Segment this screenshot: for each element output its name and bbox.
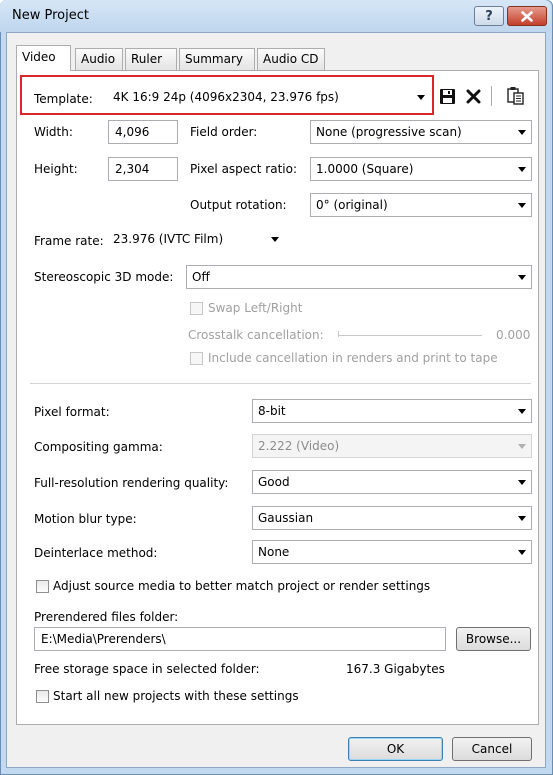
pixel-format-label: Pixel format: [34,405,110,419]
pixel-aspect-value: 1.0000 (Square) [316,162,414,176]
frame-rate-select[interactable]: 23.976 (IVTC Film) [108,228,284,252]
stereoscopic-select[interactable]: Off [186,265,532,289]
close-icon [521,10,533,22]
chevron-down-icon [518,550,526,555]
section-divider [30,383,531,384]
width-label: Width: [34,125,73,139]
width-field[interactable]: 4,096 [108,120,178,144]
output-rotation-value: 0° (original) [316,198,388,212]
chevron-down-icon [518,444,526,449]
chevron-down-icon [518,409,526,414]
title-bar[interactable]: New Project [0,0,551,32]
crosstalk-slider[interactable] [338,335,482,336]
free-storage-label: Free storage space in selected folder: [34,662,260,676]
start-all-projects-label: Start all new projects with these settin… [53,689,299,703]
browse-button[interactable]: Browse... [456,627,531,651]
swap-left-right-checkbox[interactable] [190,302,203,315]
swap-left-right-label: Swap Left/Right [208,301,303,315]
crosstalk-label: Crosstalk cancellation: [188,328,324,342]
crosstalk-slider-thumb[interactable] [338,331,339,337]
delete-icon[interactable] [466,89,481,104]
stereoscopic-value: Off [192,270,210,284]
tab-audio[interactable]: Audio [75,48,123,70]
motion-blur-value: Gaussian [258,511,314,525]
chevron-down-icon [518,516,526,521]
include-cancellation-checkbox[interactable] [190,352,203,365]
pixel-aspect-label: Pixel aspect ratio: [190,162,298,176]
pixel-format-select[interactable]: 8-bit [252,399,532,423]
rendering-quality-value: Good [258,475,290,489]
adjust-source-checkbox[interactable] [36,580,49,593]
rendering-quality-label: Full-resolution rendering quality: [34,476,229,490]
frame-rate-value: 23.976 (IVTC Film) [113,232,224,246]
compositing-gamma-label: Compositing gamma: [34,440,163,454]
crosstalk-value: 0.000 [496,328,531,342]
template-value: 4K 16:9 24p (4096x2304, 23.976 fps) [113,90,339,104]
chevron-down-icon [518,167,526,172]
motion-blur-select[interactable]: Gaussian [252,506,532,530]
start-all-projects-checkbox[interactable] [36,690,49,703]
chevron-down-icon [518,275,526,280]
free-storage-value: 167.3 Gigabytes [346,662,445,676]
chevron-down-icon [271,237,279,242]
field-order-value: None (progressive scan) [316,125,462,139]
chevron-down-icon [518,480,526,485]
motion-blur-label: Motion blur type: [34,512,137,526]
prerender-folder-field[interactable]: E:\Media\Prerenders\ [34,627,446,651]
adjust-source-label: Adjust source media to better match proj… [53,579,431,593]
tab-audio-cd[interactable]: Audio CD [257,48,325,70]
height-label: Height: [34,162,78,176]
pixel-aspect-select[interactable]: 1.0000 (Square) [310,157,532,181]
output-rotation-select[interactable]: 0° (original) [310,193,532,217]
stereoscopic-label: Stereoscopic 3D mode: [34,270,174,284]
height-field[interactable]: 2,304 [108,157,178,181]
chevron-down-icon [518,130,526,135]
template-label: Template: [34,92,93,106]
help-button[interactable]: ? [474,6,504,26]
tab-video[interactable]: Video [16,45,71,71]
field-order-select[interactable]: None (progressive scan) [310,120,532,144]
chevron-down-icon [417,95,425,100]
deinterlace-label: Deinterlace method: [34,546,158,560]
close-button[interactable] [507,6,547,26]
save-icon[interactable] [439,88,456,105]
ok-button[interactable]: OK [348,737,443,761]
tab-summary[interactable]: Summary [179,48,255,70]
cancel-button[interactable]: Cancel [452,737,532,761]
output-rotation-label: Output rotation: [190,198,287,212]
deinterlace-select[interactable]: None [252,540,532,564]
chevron-down-icon [518,203,526,208]
include-cancellation-label: Include cancellation in renders and prin… [208,351,498,365]
tab-ruler[interactable]: Ruler [125,48,177,70]
clipboard-icon[interactable] [507,86,524,105]
prerender-folder-label: Prerendered files folder: [34,610,179,624]
compositing-gamma-select[interactable]: 2.222 (Video) [252,434,532,458]
deinterlace-value: None [258,545,290,559]
toolbar-separator [491,86,492,106]
field-order-label: Field order: [190,125,258,139]
window-title: New Project [12,8,89,23]
pixel-format-value: 8-bit [258,404,286,418]
template-select[interactable]: 4K 16:9 24p (4096x2304, 23.976 fps) [108,86,430,110]
frame-rate-label: Frame rate: [34,234,104,248]
rendering-quality-select[interactable]: Good [252,470,532,494]
compositing-gamma-value: 2.222 (Video) [258,439,340,453]
